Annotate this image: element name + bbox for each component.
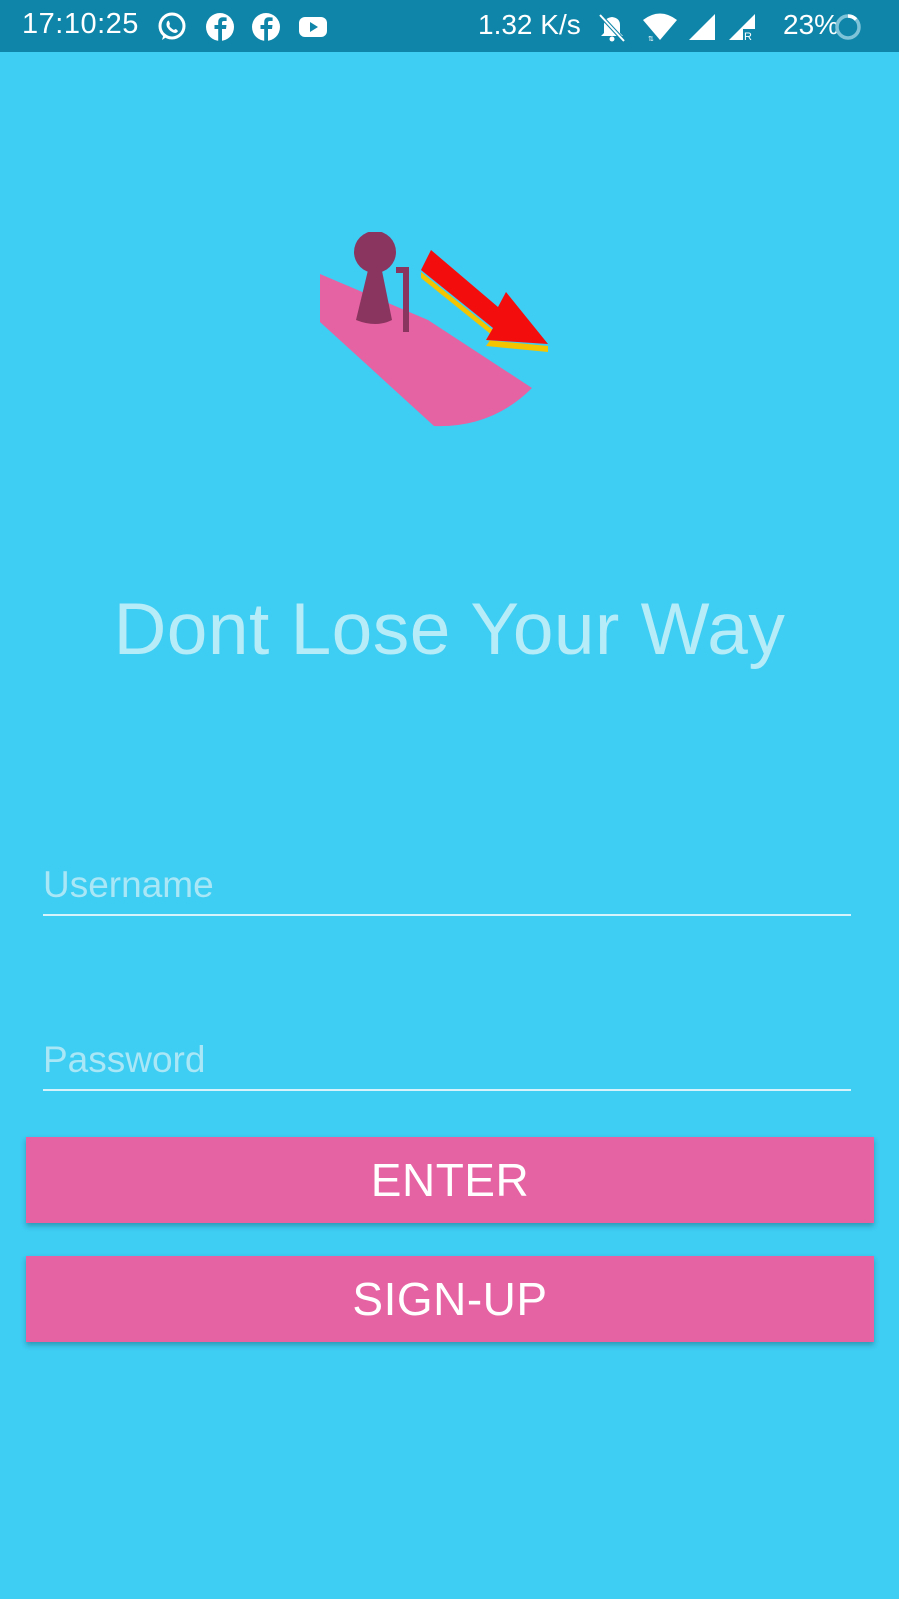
username-input[interactable] bbox=[43, 856, 851, 916]
youtube-icon bbox=[299, 17, 327, 37]
signup-button[interactable]: SIGN-UP bbox=[26, 1256, 874, 1342]
enter-button[interactable]: ENTER bbox=[26, 1137, 874, 1223]
svg-text:⇅: ⇅ bbox=[648, 36, 654, 43]
svg-text:R: R bbox=[744, 31, 752, 43]
whatsapp-icon bbox=[158, 12, 186, 40]
cell-signal-icon bbox=[689, 14, 715, 40]
facebook-icon bbox=[206, 13, 234, 41]
battery-ring-icon bbox=[835, 14, 861, 40]
password-input[interactable] bbox=[43, 1031, 851, 1091]
app-logo bbox=[320, 232, 548, 427]
facebook-icon bbox=[252, 13, 280, 41]
path-shape bbox=[320, 274, 532, 427]
cell-signal-roaming-icon: R bbox=[729, 14, 755, 43]
app-title: Dont Lose Your Way bbox=[113, 589, 786, 670]
status-time: 17:10:25 bbox=[22, 8, 139, 40]
wifi-icon: ⇅ bbox=[643, 13, 677, 43]
bell-off-icon bbox=[598, 13, 626, 43]
battery-percent: 23% bbox=[783, 9, 840, 40]
status-bar: 17:10:25 1.32 K/s ⇅ R 23% bbox=[0, 0, 899, 52]
network-speed: 1.32 K/s bbox=[478, 9, 581, 40]
